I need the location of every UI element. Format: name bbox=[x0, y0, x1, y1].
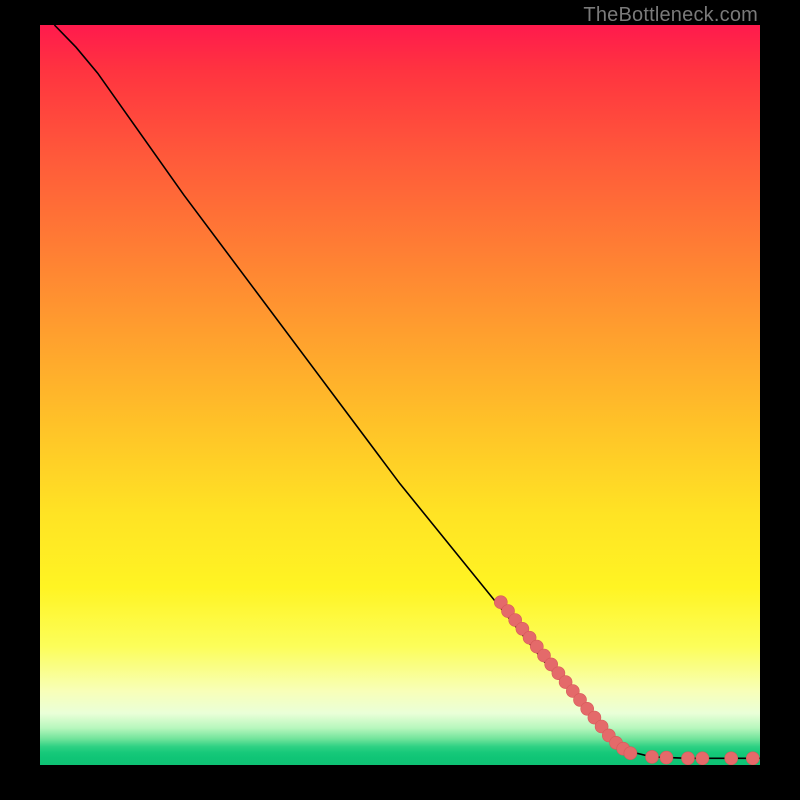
chart-overlay bbox=[40, 25, 760, 765]
data-point bbox=[660, 751, 673, 764]
plot-area bbox=[40, 25, 760, 765]
chart-frame: TheBottleneck.com bbox=[0, 0, 800, 800]
data-point bbox=[682, 752, 695, 765]
data-point bbox=[646, 750, 659, 763]
attribution-text: TheBottleneck.com bbox=[583, 4, 758, 27]
bottleneck-curve bbox=[54, 25, 760, 758]
data-point bbox=[696, 752, 709, 765]
data-point bbox=[725, 752, 738, 765]
highlighted-points-group bbox=[494, 596, 759, 765]
data-point bbox=[746, 752, 759, 765]
data-point bbox=[624, 747, 637, 760]
